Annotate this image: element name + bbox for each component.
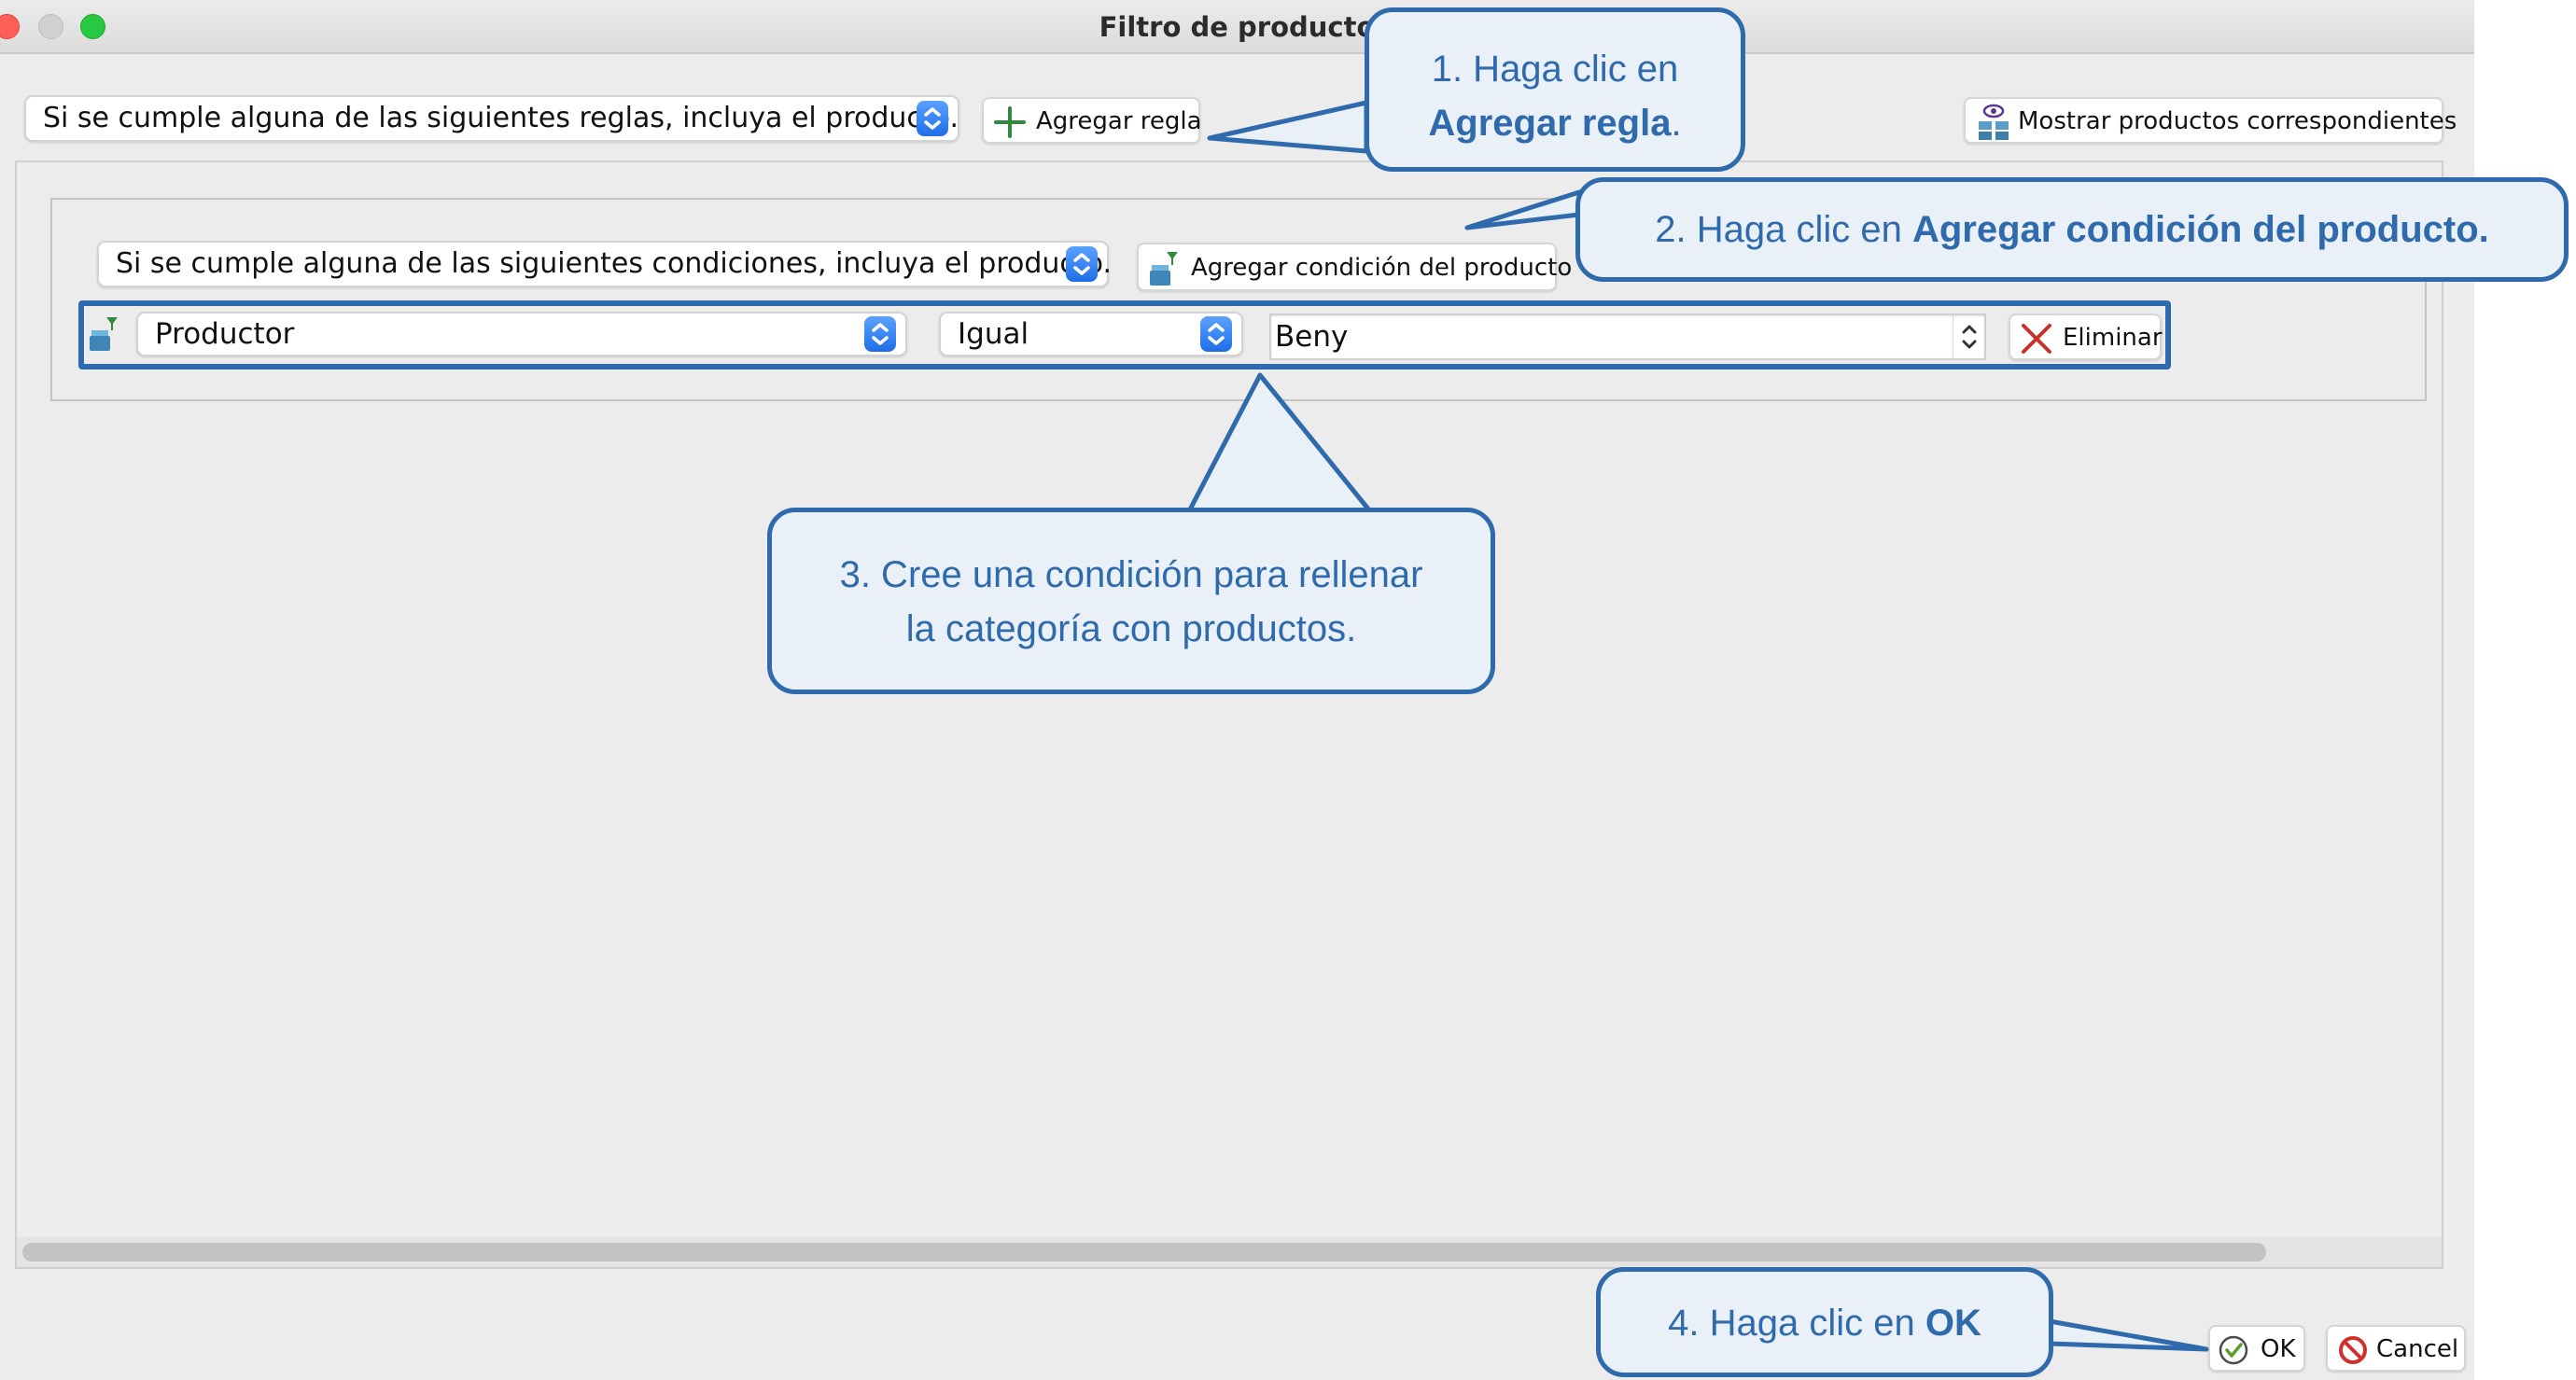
callout-1-bold: Agregar regla <box>1428 103 1672 144</box>
callout-3-line2: la categoría con productos. <box>905 608 1357 649</box>
callout-3-line1: 3. Cree una condición para rellenar <box>839 554 1423 595</box>
callout-step-2: 2. Haga clic en Agregar condición del pr… <box>1575 177 2569 282</box>
callout-step-4: 4. Haga clic en OK <box>1596 1267 2053 1377</box>
callout-step-1: 1. Haga clic en Agregar regla. <box>1365 7 1745 172</box>
callout-1-suffix: . <box>1671 103 1682 144</box>
callout-1-prefix: 1. Haga clic en <box>1431 49 1679 90</box>
callout-3-pointer <box>1186 372 1373 514</box>
callout-4-prefix: 4. Haga clic en <box>1668 1303 1925 1344</box>
callout-4-bold: OK <box>1925 1303 1981 1344</box>
callout-2-bold: Agregar condición del producto. <box>1911 209 2489 250</box>
callout-step-3: 3. Cree una condición para rellenar la c… <box>767 508 1495 694</box>
callout-2-pointer <box>1464 189 1582 230</box>
callout-1-pointer <box>1207 100 1369 154</box>
callout-2-prefix: 2. Haga clic en <box>1655 209 1912 250</box>
callout-4-pointer <box>2047 1318 2209 1352</box>
